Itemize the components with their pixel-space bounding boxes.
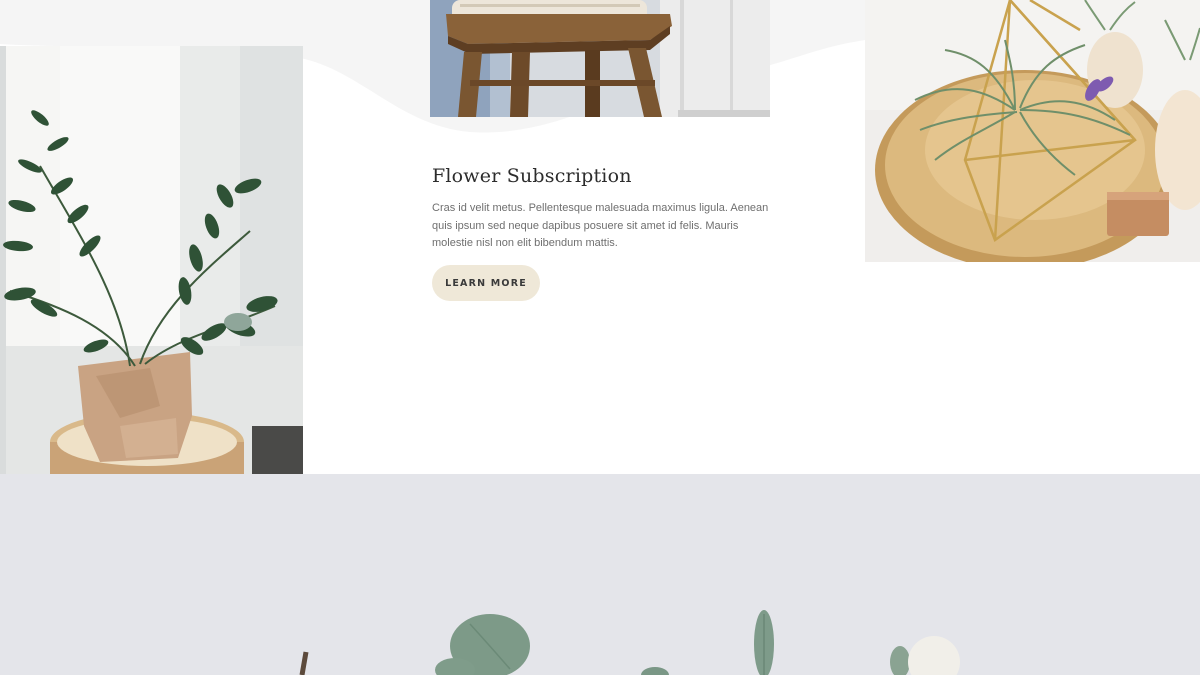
card-title: Flower Subscription [432, 165, 632, 187]
air-plant-terrarium-photo [865, 0, 1200, 262]
wooden-stool-photo [430, 0, 770, 117]
eucalyptus-flat-lay-photo [0, 474, 1200, 675]
zz-plant-photo [0, 46, 303, 474]
learn-more-button[interactable]: LEARN MORE [432, 265, 540, 301]
card-description: Cras id velit metus. Pellentesque malesu… [432, 202, 769, 249]
